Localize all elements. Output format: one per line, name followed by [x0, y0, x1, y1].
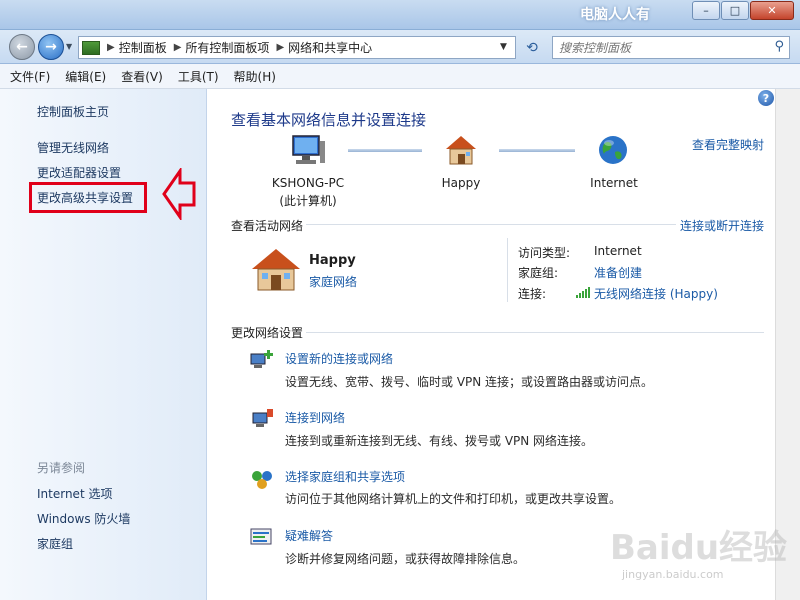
search-input[interactable] — [553, 37, 753, 58]
highlight-box — [29, 182, 147, 213]
chevron-right-icon[interactable]: ▶ — [276, 42, 284, 53]
home-network-large-icon — [252, 249, 300, 291]
wireless-connection-link[interactable]: 无线网络连接 (Happy) — [594, 285, 718, 302]
back-button[interactable]: ← — [9, 34, 35, 60]
menu-edit[interactable]: 编辑(E) — [65, 68, 106, 85]
new-connection-icon — [250, 350, 273, 368]
homegroup-link[interactable]: 家庭组 — [37, 535, 73, 552]
search-box[interactable]: ⚲ — [552, 36, 790, 59]
refresh-icon: ⟲ — [526, 39, 538, 56]
access-type-label: 访问类型: — [518, 246, 571, 260]
task-connect-network-desc: 连接到或重新连接到无线、有线、拨号或 VPN 网络连接。 — [285, 434, 594, 448]
breadcrumb-control-panel[interactable]: 控制面板 — [119, 39, 167, 56]
window-controls: – □ ✕ — [691, 1, 794, 20]
menu-file[interactable]: 文件(F) — [10, 68, 50, 85]
vertical-divider — [507, 238, 508, 302]
windows-firewall-link[interactable]: Windows 防火墙 — [37, 510, 130, 527]
chevron-right-icon[interactable]: ▶ — [174, 42, 182, 53]
minimize-button[interactable]: – — [692, 1, 720, 20]
page-title: 查看基本网络信息并设置连接 — [231, 111, 427, 129]
task-setup-connection-desc: 设置无线、宽带、拨号、临时或 VPN 连接；或设置路由器或访问点。 — [285, 375, 654, 389]
task-homegroup-desc: 访问位于其他网络计算机上的文件和打印机，或更改共享设置。 — [285, 492, 622, 506]
manage-wireless-link[interactable]: 管理无线网络 — [37, 139, 109, 156]
connection-label: 连接: — [518, 287, 547, 301]
connection-line — [499, 149, 575, 152]
watermark-title: 电脑人人有 — [580, 7, 650, 23]
menu-tools[interactable]: 工具(T) — [178, 68, 219, 85]
baidu-watermark-url: jingyan.baidu.com — [622, 568, 724, 581]
section-divider — [306, 332, 764, 333]
network-type-link[interactable]: 家庭网络 — [309, 273, 357, 290]
maximize-button[interactable]: □ — [721, 1, 749, 20]
see-also-title: 另请参阅 — [37, 461, 86, 475]
control-panel-home-link[interactable]: 控制面板主页 — [37, 103, 109, 120]
forward-arrow-icon: → — [45, 39, 57, 55]
signal-strength-icon — [576, 287, 590, 298]
active-network-title: 查看活动网络 — [231, 219, 304, 233]
connection-line — [348, 149, 422, 152]
control-panel-icon — [82, 40, 100, 55]
address-bar[interactable]: ▶ 控制面板 ▶ 所有控制面板项 ▶ 网络和共享中心 — [78, 36, 516, 59]
forward-button[interactable]: → — [38, 34, 64, 60]
breadcrumb-all-items[interactable]: 所有控制面板项 — [185, 39, 269, 56]
home-network-icon — [446, 136, 476, 165]
refresh-button[interactable]: ⟲ — [518, 36, 546, 59]
task-pane: 控制面板主页 管理无线网络 更改适配器设置 更改高级共享设置 另请参阅 Inte… — [0, 89, 207, 600]
task-homegroup-link[interactable]: 选择家庭组和共享选项 — [285, 468, 405, 485]
history-dropdown-icon[interactable]: ▼ — [66, 42, 72, 51]
full-map-link[interactable]: 查看完整映射 — [692, 136, 764, 153]
pointer-arrow-icon — [162, 168, 196, 220]
internet-options-link[interactable]: Internet 选项 — [37, 485, 112, 502]
node-internet-name: Internet — [590, 176, 638, 190]
network-name: Happy — [309, 253, 356, 268]
menu-bar: 文件(F) 编辑(E) 查看(V) 工具(T) 帮助(H) — [0, 64, 800, 89]
title-bar: 电脑人人有 – □ ✕ — [0, 0, 800, 30]
node-computer-name: KSHONG-PC — [271, 176, 345, 190]
help-icon[interactable]: ? — [758, 90, 774, 106]
chevron-right-icon[interactable]: ▶ — [107, 42, 115, 53]
troubleshoot-icon — [250, 528, 272, 545]
menu-help[interactable]: 帮助(H) — [234, 68, 276, 85]
task-connect-network-link[interactable]: 连接到网络 — [285, 409, 345, 426]
homegroup-sharing-icon — [252, 471, 272, 489]
node-network-name: Happy — [441, 176, 481, 190]
breadcrumb-network-center[interactable]: 网络和共享中心 — [288, 39, 372, 56]
connect-network-icon — [252, 409, 273, 427]
task-troubleshoot-desc: 诊断并修复网络问题，或获得故障排除信息。 — [285, 552, 526, 566]
connect-disconnect-link[interactable]: 连接或断开连接 — [680, 217, 764, 234]
computer-icon — [292, 135, 325, 164]
globe-icon — [599, 136, 627, 164]
menu-view[interactable]: 查看(V) — [121, 68, 163, 85]
task-troubleshoot-link[interactable]: 疑难解答 — [285, 527, 333, 544]
homegroup-value-link[interactable]: 准备创建 — [594, 264, 642, 281]
close-button[interactable]: ✕ — [750, 1, 794, 20]
node-computer-sub: (此计算机) — [279, 194, 337, 208]
baidu-watermark-logo: Baidu经验 — [610, 528, 788, 568]
address-dropdown-icon[interactable]: ▼ — [500, 42, 507, 52]
section-divider — [306, 224, 676, 225]
change-settings-title: 更改网络设置 — [231, 326, 304, 340]
navigation-bar: ← → ▼ ▶ 控制面板 ▶ 所有控制面板项 ▶ 网络和共享中心 ▼ ⟲ ⚲ — [0, 30, 800, 64]
search-icon[interactable]: ⚲ — [774, 39, 784, 54]
access-type-value: Internet — [594, 244, 642, 258]
task-setup-connection-link[interactable]: 设置新的连接或网络 — [285, 350, 393, 367]
homegroup-label: 家庭组: — [518, 266, 559, 280]
change-adapter-link[interactable]: 更改适配器设置 — [37, 164, 121, 181]
back-arrow-icon: ← — [16, 39, 28, 55]
